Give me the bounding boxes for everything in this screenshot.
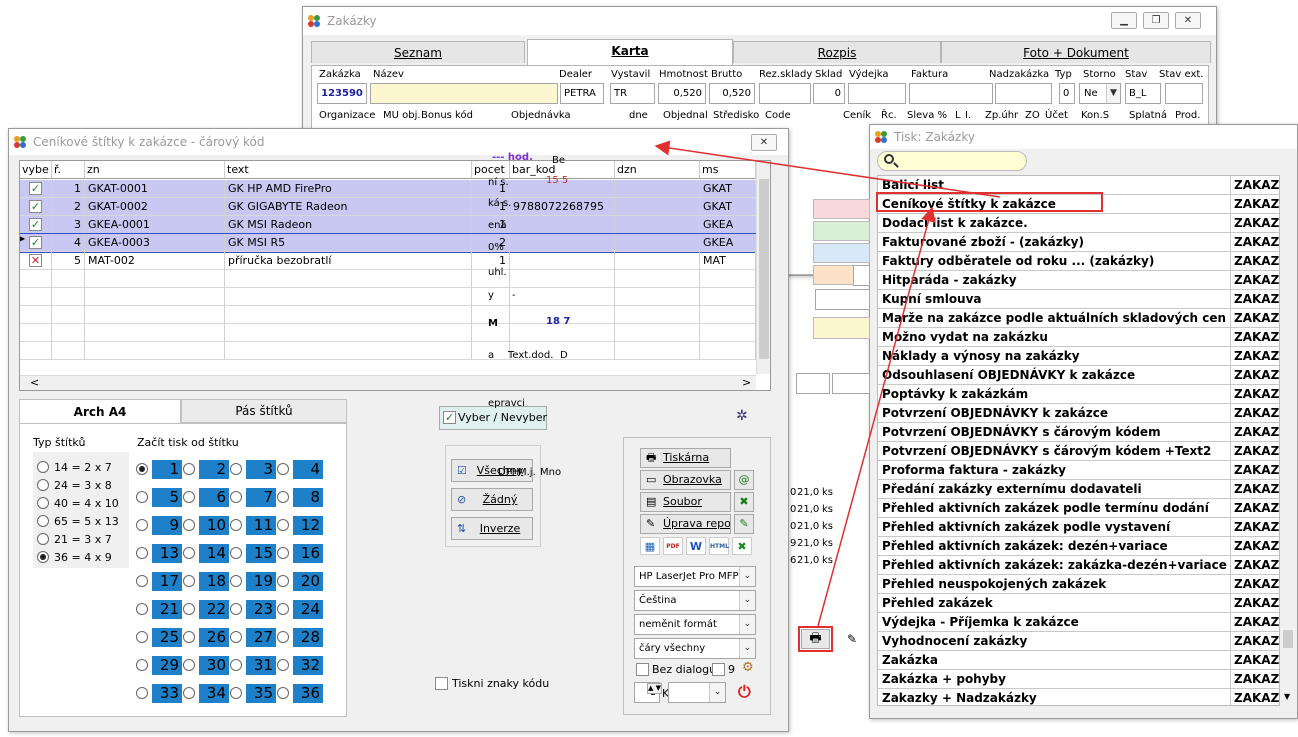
extra-field[interactable] [832, 373, 870, 394]
item-col-c: ks [822, 487, 834, 498]
printer-icon: 🖶 [809, 631, 822, 646]
y-field[interactable] [815, 289, 870, 310]
label-mj: M.j. [518, 467, 536, 478]
item-col-b: 21,0 [797, 538, 820, 549]
label-d: D [560, 350, 568, 361]
uhl-field[interactable] [853, 265, 870, 286]
item-col-c: ks [822, 555, 834, 566]
item-col-c: ks [822, 521, 834, 532]
label-a: a [488, 350, 495, 361]
color-field[interactable] [813, 221, 870, 241]
item-col-a: 0 [790, 504, 797, 515]
item-col-b: 21,0 [797, 487, 820, 498]
label-prac: epravci [488, 398, 525, 409]
label-ns: ní s. [488, 177, 509, 188]
label-hod: --- hod. [492, 152, 533, 163]
label-pct: 0% [488, 242, 504, 253]
item-col-b: 21,0 [797, 521, 820, 532]
edit-report-icon[interactable]: ✎ [840, 629, 864, 649]
item-col-a: 9 [790, 538, 797, 549]
color-field[interactable] [813, 199, 870, 219]
label-be: Be [552, 155, 566, 166]
annotation-arrows [654, 140, 1103, 652]
label-m: M [488, 318, 498, 329]
label-mn: Mno [540, 467, 562, 478]
arrow-to-cenik-title [654, 140, 1001, 198]
label-dph: DPH [498, 467, 520, 478]
sum-field [813, 317, 870, 339]
item-col-c: ks [822, 538, 834, 549]
label-ks: ká s. [488, 198, 512, 209]
item-col-a: 6 [790, 555, 797, 566]
textdod-field[interactable] [796, 373, 830, 394]
item-col-b: 21,0 [797, 555, 820, 566]
label-y: y [488, 290, 494, 301]
label-dash: - [512, 290, 516, 301]
item-col-c: ks [822, 504, 834, 515]
item-col-a: 0 [790, 487, 797, 498]
value-15: 15 5 [546, 175, 569, 186]
print-button[interactable]: 🖶 [801, 629, 830, 649]
item-col-a: 0 [790, 521, 797, 532]
label-textdod: Text.dod. [508, 350, 554, 361]
item-col-b: 21,0 [797, 504, 820, 515]
value-18: 18 7 [546, 316, 571, 327]
color-field[interactable] [813, 243, 870, 263]
label-uhl: uhl. [488, 267, 507, 278]
label-ena: ená [488, 220, 507, 231]
